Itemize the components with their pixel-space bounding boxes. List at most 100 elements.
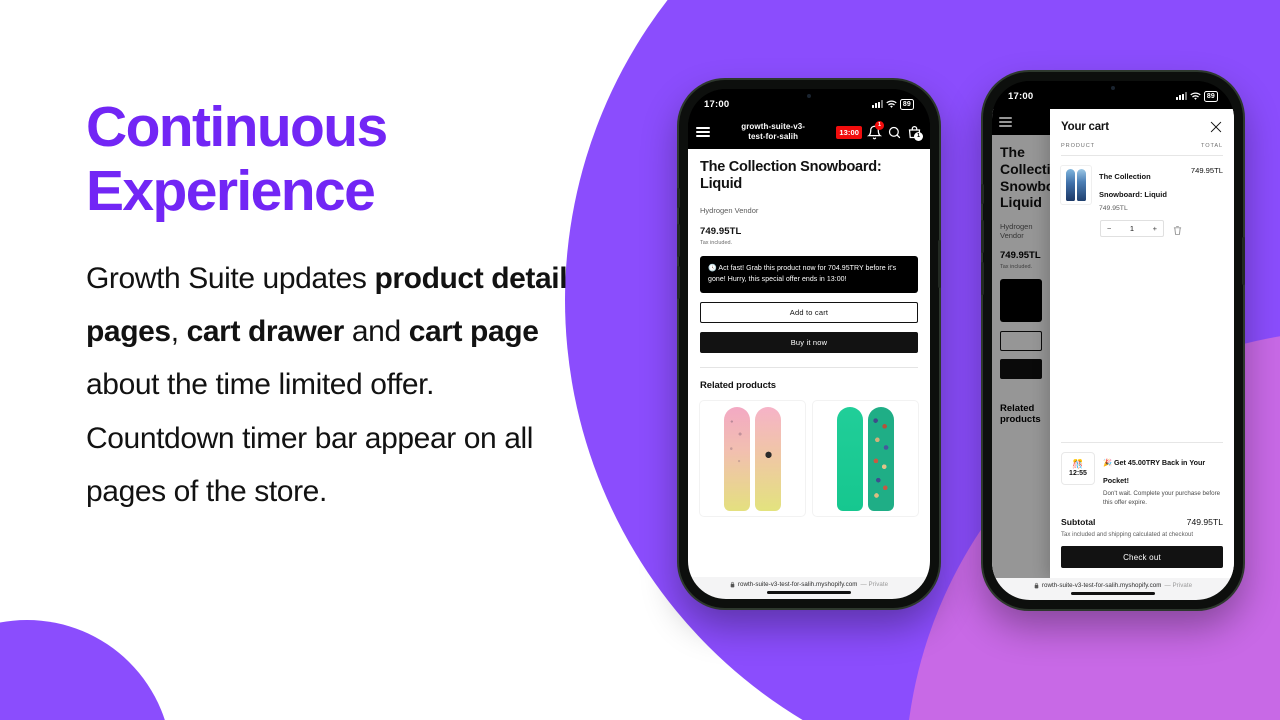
url-private-label: — Private	[1164, 582, 1193, 589]
cellular-signal-icon	[871, 100, 883, 108]
page-title: Continuous Experience	[86, 95, 586, 224]
desc-seg-4: about the time limited offer. Countdown …	[86, 368, 534, 509]
cart-empty-space	[1050, 237, 1234, 442]
headline-line-1: Continuous	[86, 95, 388, 159]
cart-item-count-badge: 1	[914, 131, 923, 141]
cart-drawer-screen: The Collection Snowboard: Liquid Hydroge…	[992, 109, 1234, 578]
phone2-notch	[1074, 81, 1152, 97]
phone1-notch	[770, 89, 848, 105]
background-product-price: 749.95TL	[1000, 250, 1041, 262]
status-time: 17:00	[1008, 90, 1034, 102]
quantity-stepper[interactable]: − 1 +	[1100, 220, 1164, 237]
snowboard-pair-pink	[724, 406, 781, 511]
phone1-volume-up	[677, 224, 680, 257]
subtotal-value: 749.95TL	[1186, 517, 1223, 527]
quantity-value: 1	[1129, 224, 1135, 233]
background-product-title: The Collection Snowboard: Liquid	[1000, 144, 1081, 211]
add-to-cart-button[interactable]: Add to cart	[700, 301, 918, 323]
phone1-silent-switch	[677, 188, 680, 208]
related-product-card[interactable]	[700, 400, 805, 516]
cart-bag-icon[interactable]: 1	[907, 125, 923, 141]
background-offer-banner	[1000, 279, 1042, 323]
trash-icon[interactable]	[1173, 223, 1182, 235]
wifi-icon	[886, 99, 897, 108]
cart-item-controls: − 1 +	[1050, 212, 1234, 237]
confetti-icon: 🎊	[1072, 459, 1084, 470]
status-indicators: 89	[1175, 90, 1218, 102]
headline-line-2: Experience	[86, 158, 376, 223]
subtotal-note: Tax included and shipping calculated at …	[1061, 531, 1194, 538]
cart-item-thumbnail[interactable]	[1061, 166, 1091, 204]
phone2-status-bar: 17:00 89	[992, 81, 1234, 109]
bell-icon[interactable]: 1	[867, 120, 884, 140]
product-detail-page: The Collection Snowboard: Liquid Hydroge…	[688, 149, 930, 577]
wifi-icon	[1190, 91, 1201, 100]
phone2-volume-up	[981, 220, 984, 253]
close-icon[interactable]	[1209, 120, 1223, 134]
column-header-total: TOTAL	[1200, 143, 1223, 149]
front-camera-icon	[1111, 86, 1115, 90]
background-related-heading: Related products	[1000, 403, 1041, 426]
store-header-bar: growth-suite-v3- test-for-salih 13:00 1 …	[688, 117, 930, 149]
desc-seg-2: ,	[170, 315, 187, 349]
bell-notification-badge: 1	[875, 120, 884, 130]
snowboard-image	[837, 406, 863, 511]
desc-seg-3: and	[343, 315, 409, 349]
related-products-grid	[700, 400, 918, 516]
battery-indicator: 89	[1203, 90, 1218, 102]
check-out-button[interactable]: Check out	[1061, 546, 1223, 568]
snowboard-image	[868, 406, 894, 511]
related-products-heading: Related products	[700, 379, 776, 391]
lock-icon	[730, 581, 735, 588]
slide-copy: Continuous Experience Growth Suite updat…	[86, 95, 586, 519]
product-price: 749.95TL	[700, 225, 742, 237]
product-title: The Collection Snowboard: Liquid	[700, 159, 882, 193]
background-product-page: The Collection Snowboard: Liquid Hydroge…	[992, 109, 1081, 578]
battery-indicator: 89	[899, 98, 914, 110]
snowboard-pair-green	[837, 406, 894, 511]
countdown-timer-badge: 13:00	[836, 125, 862, 139]
phone-mockup-product-page: 17:00 89 growth-suite-v3- test-for-salih…	[677, 80, 941, 608]
hamburger-icon	[999, 117, 1012, 127]
promo-heading: 🎉 Get 45.00TRY Back in Your Pocket!	[1103, 458, 1206, 486]
status-indicators: 89	[871, 98, 914, 110]
front-camera-icon	[807, 94, 811, 98]
phone2-screen: 17:00 89 The Collection Snowboard: Liqui…	[992, 81, 1234, 600]
lock-icon	[1034, 582, 1039, 589]
background-store-header	[992, 109, 1050, 135]
desc-seg-1: Growth Suite updates	[86, 261, 375, 295]
column-header-product: PRODUCT	[1061, 143, 1095, 149]
countdown-offer-banner: 🕓 Act fast! Grab this product now for 70…	[700, 255, 918, 293]
phone1-power-button	[938, 240, 941, 288]
browser-url-bar[interactable]: rowth-suite-v3-test-for-salih.myshopify.…	[992, 578, 1234, 592]
buy-it-now-button[interactable]: Buy it now	[700, 331, 918, 353]
phone2-silent-switch	[981, 184, 984, 204]
product-vendor: Hydrogen Vendor	[700, 205, 759, 215]
phone1-volume-down	[677, 266, 680, 299]
slide-description: Growth Suite updates product detail page…	[86, 252, 586, 519]
home-indicator	[992, 592, 1234, 600]
status-time: 17:00	[704, 98, 730, 110]
promo-countdown-timer: 🎊 12:55	[1061, 452, 1095, 486]
cart-item-name[interactable]: The Collection Snowboard: Liquid	[1099, 172, 1167, 199]
cashback-promo-block: 🎊 12:55 🎉 Get 45.00TRY Back in Your Pock…	[1050, 443, 1234, 508]
product-tax-note: Tax included.	[700, 239, 733, 246]
quantity-increase-button[interactable]: +	[1153, 224, 1157, 233]
quantity-decrease-button[interactable]: −	[1107, 224, 1111, 233]
desc-bold-3: cart page	[408, 315, 539, 349]
promo-body: Don't wait. Complete your purchase befor…	[1103, 490, 1221, 507]
hamburger-icon[interactable]	[696, 127, 710, 137]
cellular-signal-icon	[1175, 92, 1187, 100]
related-product-card[interactable]	[813, 400, 918, 516]
purple-blob-bottom-left	[0, 620, 172, 720]
home-indicator	[688, 591, 930, 599]
browser-url-bar[interactable]: rowth-suite-v3-test-for-salih.myshopify.…	[688, 577, 930, 591]
search-icon[interactable]	[887, 125, 902, 140]
phone-mockup-cart-drawer: 17:00 89 The Collection Snowboard: Liqui…	[981, 72, 1245, 609]
background-buy-it-now-button	[1000, 359, 1042, 380]
url-text: rowth-suite-v3-test-for-salih.myshopify.…	[1041, 582, 1162, 589]
cart-drawer-header: Your cart	[1050, 109, 1234, 141]
phone1-screen: 17:00 89 growth-suite-v3- test-for-salih…	[688, 89, 930, 599]
cart-item-unit-price: 749.95TL	[1099, 205, 1128, 212]
slide-canvas: Continuous Experience Growth Suite updat…	[0, 0, 1280, 720]
